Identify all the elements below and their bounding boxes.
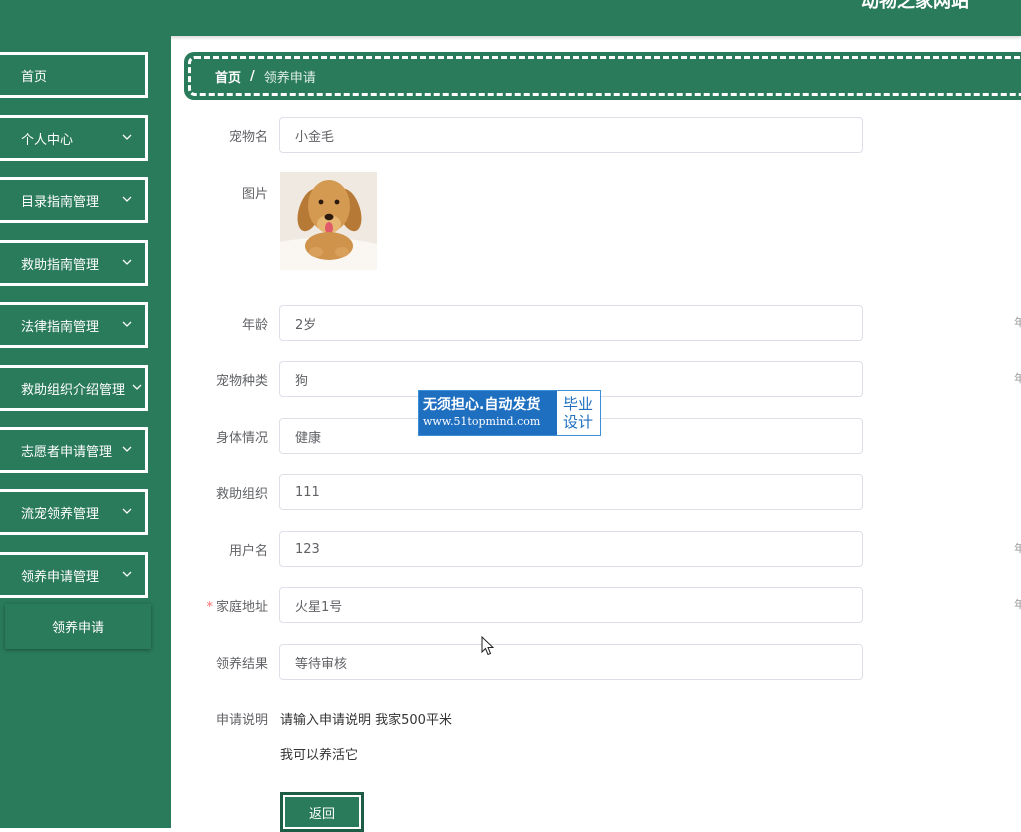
sidebar-item-volunteer[interactable]: 志愿者申请管理: [0, 427, 148, 473]
clipped-right-label: 年: [1014, 598, 1021, 611]
rescue-org-field[interactable]: 111: [279, 474, 863, 510]
sidebar-subitem-label: 领养申请: [51, 621, 104, 636]
address-field[interactable]: 火星1号: [279, 587, 863, 623]
sidebar: 首页 个人中心 目录指南管理 救助指南管理 法律指南管理 救助组织介绍管理 志愿…: [0, 36, 171, 828]
result-field[interactable]: 等待审核: [279, 644, 863, 680]
clipped-right-label: 年: [1014, 372, 1021, 385]
mouse-pointer-icon: [481, 636, 495, 656]
age-field[interactable]: 2岁: [279, 305, 863, 341]
sidebar-item-label: 领养申请管理: [21, 569, 100, 585]
breadcrumb-current: 领养申请: [263, 70, 316, 86]
chevron-down-icon: [132, 384, 142, 390]
image-label: 图片: [241, 187, 268, 202]
sidebar-item-label: 流宠领养管理: [21, 506, 100, 522]
chevron-down-icon: [122, 134, 132, 140]
sidebar-item-rescue-org[interactable]: 救助组织介绍管理: [0, 365, 148, 411]
breadcrumb-home[interactable]: 首页: [215, 67, 241, 86]
sidebar-item-stray-adoption[interactable]: 流宠领养管理: [0, 489, 148, 535]
pet-photo: [280, 172, 377, 270]
sidebar-item-label: 目录指南管理: [21, 194, 100, 210]
clipped-right-label: 年: [1014, 542, 1021, 555]
sidebar-item-law-guide[interactable]: 法律指南管理: [0, 302, 148, 348]
watermark-logo: 无须担心.自动发货 www.51topmind.com 毕业 设计: [418, 390, 601, 436]
chevron-down-icon: [122, 508, 132, 514]
watermark-line-1: 无须担心.自动发货: [423, 397, 541, 413]
sidebar-item-catalog-guide[interactable]: 目录指南管理: [0, 177, 148, 223]
result-label: 领养结果: [215, 657, 268, 672]
chevron-down-icon: [122, 259, 132, 265]
username-label: 用户名: [228, 544, 268, 559]
pet-name-field[interactable]: 小金毛: [279, 117, 863, 153]
address-label-text: 家庭地址: [215, 600, 268, 615]
description-label: 申请说明: [215, 713, 268, 728]
chevron-down-icon: [122, 196, 132, 202]
sidebar-item-label: 救助组织介绍管理: [21, 382, 126, 398]
sidebar-item-rescue-guide[interactable]: 救助指南管理: [0, 240, 148, 286]
watermark-right-top: 毕业: [563, 395, 594, 413]
username-field[interactable]: 123: [279, 531, 863, 567]
sidebar-item-home[interactable]: 首页: [0, 52, 148, 98]
site-title: 动物之家网站: [861, 0, 969, 12]
rescue-org-label: 救助组织: [215, 487, 268, 502]
sidebar-subitem-adoption-apply[interactable]: 领养申请: [5, 604, 151, 649]
sidebar-item-personal-center[interactable]: 个人中心: [0, 115, 148, 161]
description-line-2: 我可以养活它: [280, 748, 359, 763]
chevron-down-icon: [122, 571, 132, 577]
required-mark: *: [206, 600, 213, 615]
pet-name-label: 宠物名: [228, 130, 268, 145]
chevron-down-icon: [122, 446, 132, 452]
sidebar-item-label: 救助指南管理: [21, 257, 100, 273]
watermark-right-bottom: 设计: [563, 413, 594, 431]
sidebar-item-label: 首页: [21, 69, 48, 85]
breadcrumb-separator: /: [250, 68, 255, 84]
back-button[interactable]: 返回: [280, 792, 364, 832]
age-label: 年龄: [241, 318, 268, 333]
health-label: 身体情况: [215, 431, 268, 446]
breadcrumb: 首页 / 领养申请: [184, 52, 1021, 100]
sidebar-item-label: 法律指南管理: [21, 319, 100, 335]
chevron-down-icon: [122, 321, 132, 327]
sidebar-item-adoption-apply-mgmt[interactable]: 领养申请管理: [0, 552, 148, 598]
description-line-1: 请输入申请说明 我家500平米: [280, 713, 452, 728]
sidebar-item-label: 志愿者申请管理: [21, 444, 113, 460]
address-label: * 家庭地址: [178, 596, 268, 615]
clipped-right-label: 年: [1014, 316, 1021, 329]
sidebar-item-label: 个人中心: [21, 132, 74, 148]
top-header: 动物之家网站: [0, 0, 1021, 36]
pet-type-label: 宠物种类: [215, 374, 268, 389]
watermark-line-2: www.51topmind.com: [423, 415, 541, 428]
